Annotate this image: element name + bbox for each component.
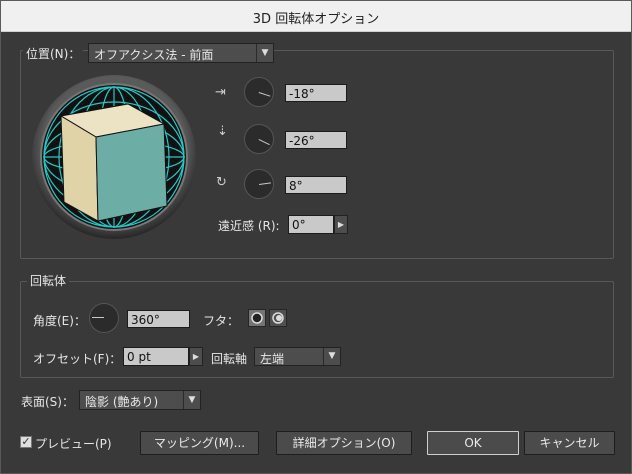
z-angle-dial[interactable]: [244, 169, 274, 199]
surface-dropdown[interactable]: 陰影 (艶あり) ▼: [79, 390, 201, 410]
y-axis-rotate-icon: ⇣: [217, 124, 228, 139]
z-axis-rotate-icon: ↻: [216, 175, 227, 190]
title-bar: 3D 回転体オプション: [1, 1, 631, 32]
revolve-angle-dial[interactable]: [89, 303, 119, 333]
ok-button[interactable]: OK: [427, 431, 519, 455]
cap-on-icon: [251, 312, 263, 324]
surface-label: 表面(S)：: [21, 395, 74, 409]
offset-label: オフセット(F)：: [33, 352, 122, 366]
track-cube-graphic[interactable]: [31, 74, 197, 240]
y-angle-field[interactable]: -26°: [285, 131, 347, 149]
dialog-title: 3D 回転体オプション: [252, 12, 380, 27]
axis-dropdown[interactable]: 左端 ▼: [254, 347, 341, 366]
axis-value: 左端: [260, 352, 285, 366]
perspective-field[interactable]: 0°: [288, 215, 334, 234]
offset-field[interactable]: 0 pt: [123, 347, 189, 366]
revolve-group-title: 回転体: [27, 272, 70, 289]
cap-off-icon: [272, 312, 284, 324]
z-angle-field[interactable]: 8°: [285, 176, 347, 194]
revolve-angle-field[interactable]: 360°: [127, 310, 190, 328]
cap-off-button[interactable]: [269, 309, 287, 327]
chevron-down-icon: ▼: [323, 348, 340, 365]
rotation-track-cube[interactable]: [31, 74, 197, 240]
chevron-down-icon: ▼: [256, 44, 273, 62]
position-preset-value: オフアクシス法 - 前面: [94, 48, 214, 62]
x-axis-rotate-icon: ⇥: [215, 85, 226, 100]
cancel-button[interactable]: キャンセル: [524, 431, 615, 455]
angle-label: 角度(E)：: [33, 314, 86, 328]
perspective-label: 遠近感 (R):: [218, 219, 280, 233]
offset-stepper[interactable]: ▶: [189, 347, 203, 366]
axis-label: 回転軸: [211, 352, 248, 366]
cap-label: フタ：: [203, 314, 240, 328]
preview-label: プレビュー(P): [35, 437, 112, 451]
surface-value: 陰影 (艶あり): [85, 395, 159, 409]
dialog-window: 3D 回転体オプション 位置(N)： オフアクシス法 - 前面 ▼ ⇥ -18°…: [0, 0, 632, 474]
preview-checkbox[interactable]: ✓: [20, 436, 32, 448]
cube-preview: [59, 103, 168, 222]
x-angle-dial[interactable]: [244, 77, 274, 107]
perspective-stepper[interactable]: ▶: [334, 215, 348, 234]
y-angle-dial[interactable]: [244, 124, 274, 154]
x-angle-field[interactable]: -18°: [285, 84, 347, 102]
cap-on-button[interactable]: [248, 309, 266, 327]
chevron-down-icon: ▼: [183, 391, 200, 409]
position-label: 位置(N)：: [23, 45, 84, 62]
more-options-button[interactable]: 詳細オプション(O): [276, 431, 412, 455]
mapping-button[interactable]: マッピング(M)...: [140, 431, 259, 455]
position-preset-dropdown[interactable]: オフアクシス法 - 前面 ▼: [88, 43, 274, 63]
